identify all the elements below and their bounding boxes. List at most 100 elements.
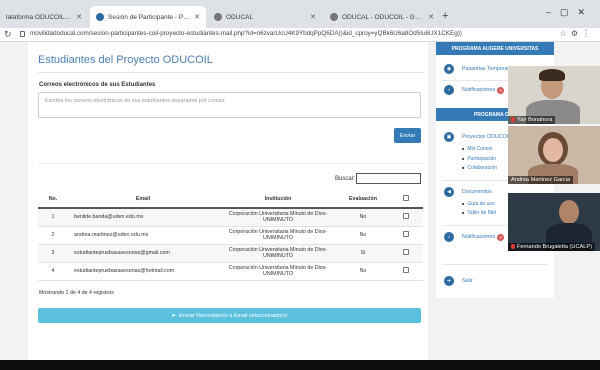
close-tab-icon[interactable]: ✕ bbox=[190, 13, 200, 21]
logout-icon: ➜ bbox=[444, 276, 454, 286]
col-header-email[interactable]: Email bbox=[68, 190, 218, 209]
participant-name: Yair Bonahora bbox=[508, 116, 556, 124]
sidebar-item-notificaciones-odu[interactable]: ♪ Notificaciones 0 bbox=[444, 232, 504, 242]
close-tab-icon[interactable]: ✕ bbox=[72, 13, 82, 21]
emails-label: Correos electrónicos de sus Estudiantes bbox=[39, 82, 156, 88]
sidebar-item-proyectos[interactable]: ▣ Proyectos ODUCOIL bbox=[444, 132, 511, 142]
sidebar-subitem-mis-cursos[interactable]: Mis Cursos bbox=[462, 146, 492, 152]
lock-icon[interactable] bbox=[20, 31, 25, 37]
send-reminder-label: Enviar Recordatorio a Email seleccionado… bbox=[179, 312, 288, 319]
table-row: 3 estudiantepruebasasesorias@gmail.com C… bbox=[38, 244, 423, 263]
cell-institucion: Corporación Universitaria Minuto de Dios… bbox=[218, 262, 338, 281]
select-all-checkbox[interactable] bbox=[402, 194, 409, 201]
send-reminder-button[interactable]: ➤ Enviar Recordatorio a Email selecciona… bbox=[38, 308, 421, 323]
close-tab-icon[interactable]: ✕ bbox=[306, 13, 316, 21]
cell-email: andrea.martinez@uden.edu.mx bbox=[68, 226, 218, 245]
cell-email: estudiantepruebasasesorias@gmail.com bbox=[68, 244, 218, 263]
students-table: No. Email Institución Evaluación 1 benil… bbox=[38, 190, 423, 281]
cell-evaluacion: Si bbox=[338, 244, 388, 263]
sidebar-item-notificaciones[interactable]: ♪ Notificaciones 0 bbox=[444, 85, 504, 95]
browser-tab-bar: lataforma ODUCOIL - Presenta ✕ Sesión de… bbox=[0, 0, 600, 28]
page-title: Estudiantes del Proyecto ODUCOIL bbox=[38, 54, 213, 66]
row-checkbox[interactable] bbox=[402, 213, 409, 220]
cell-no: 1 bbox=[38, 208, 68, 227]
cell-no: 2 bbox=[38, 226, 68, 245]
cell-no: 4 bbox=[38, 262, 68, 281]
briefcase-icon: ▣ bbox=[444, 132, 454, 142]
video-tile-3[interactable]: Fernando Brugaletta (UCALP) bbox=[508, 193, 600, 251]
sidebar-subitem-guia[interactable]: Guía de uso bbox=[462, 201, 494, 207]
row-checkbox[interactable] bbox=[402, 267, 409, 273]
send-button[interactable]: Enviar bbox=[394, 128, 421, 143]
video-tile-1[interactable]: Yair Bonahora bbox=[508, 66, 600, 124]
sidebar-item-pasantias[interactable]: ◉ Pasantías Temporales bbox=[444, 64, 514, 74]
participant-name: Fernando Brugaletta (UCALP) bbox=[508, 243, 595, 251]
sidebar-subitem-taller[interactable]: Taller de Met bbox=[462, 210, 496, 216]
globe-icon: ◉ bbox=[444, 64, 454, 74]
cell-email: estudiantepruebasasesorias@hotmail.com bbox=[68, 262, 218, 281]
sidebar-item-salir[interactable]: ➜ Salir bbox=[444, 276, 473, 286]
toolbar-icons[interactable]: ☆⚙⋮ bbox=[560, 29, 594, 38]
sidebar-heading-augere: PROGRAMA AUGERE UNIVERSITAS bbox=[436, 42, 554, 55]
screen: lataforma ODUCOIL - Presenta ✕ Sesión de… bbox=[0, 0, 600, 370]
col-header-select bbox=[388, 190, 423, 209]
col-header-institucion[interactable]: Institución bbox=[218, 190, 338, 209]
megaphone-icon: ◀ bbox=[444, 187, 454, 197]
cell-select bbox=[388, 208, 423, 227]
cell-select bbox=[388, 226, 423, 245]
emails-textarea[interactable]: Escriba los correos electrónicos de sus … bbox=[38, 92, 421, 118]
row-checkbox[interactable] bbox=[402, 231, 409, 237]
video-tile-2[interactable]: Andrea Martinez Garcia bbox=[508, 126, 600, 184]
cell-evaluacion: No bbox=[338, 226, 388, 245]
row-checkbox[interactable] bbox=[402, 249, 409, 255]
bell-icon: ♪ bbox=[444, 85, 454, 95]
new-tab-plus-icon[interactable]: + bbox=[442, 10, 448, 22]
taskbar bbox=[0, 360, 600, 370]
address-bar: ↻ movilidadoducal.com/sesion-participant… bbox=[0, 28, 600, 42]
globe-icon bbox=[214, 13, 222, 21]
cell-select bbox=[388, 262, 423, 281]
col-header-no[interactable]: No. bbox=[38, 190, 68, 209]
cell-email: benilde.banda@uden.edu.mx bbox=[68, 208, 218, 227]
notification-badge: 0 bbox=[496, 233, 504, 241]
close-tab-icon[interactable]: ✕ bbox=[424, 13, 434, 21]
sidebar-subitem-colaboracion[interactable]: Colaboración bbox=[462, 165, 496, 171]
sidebar-subitem-participacion[interactable]: Participación bbox=[462, 156, 496, 162]
search-label: Buscar: bbox=[335, 176, 356, 182]
participant-name: Andrea Martinez Garcia bbox=[508, 176, 574, 184]
browser-tab-3[interactable]: ODUCAL ✕ bbox=[208, 6, 322, 28]
cell-select bbox=[388, 244, 423, 263]
notification-badge: 0 bbox=[496, 86, 504, 94]
cell-institucion: Corporación Universitaria Minuto de Dios… bbox=[218, 244, 338, 263]
browser-tab-2-active[interactable]: Sesión de Participante - Portal de ✕ bbox=[90, 6, 206, 28]
table-row: 2 andrea.martinez@uden.edu.mx Corporació… bbox=[38, 226, 423, 245]
divider bbox=[442, 264, 548, 265]
divider bbox=[38, 72, 423, 73]
cell-evaluacion: No bbox=[338, 208, 388, 227]
reload-icon[interactable]: ↻ bbox=[4, 29, 12, 40]
sidebar-item-documentos[interactable]: ◀ Documentos bbox=[444, 187, 492, 197]
paper-plane-icon: ➤ bbox=[171, 312, 177, 319]
mic-muted-icon bbox=[511, 244, 515, 250]
window-controls-icon[interactable]: –▢✕ bbox=[546, 7, 594, 18]
cell-no: 3 bbox=[38, 244, 68, 263]
col-header-evaluacion[interactable]: Evaluación bbox=[338, 190, 388, 209]
mic-muted-icon bbox=[511, 117, 515, 123]
cell-evaluacion: No bbox=[338, 262, 388, 281]
table-row: 1 benilde.banda@uden.edu.mx Corporación … bbox=[38, 208, 423, 227]
main-card: Estudiantes del Proyecto ODUCOIL Correos… bbox=[28, 42, 428, 360]
participant-face bbox=[559, 200, 579, 224]
site-favicon-icon bbox=[96, 13, 104, 21]
browser-tab-1[interactable]: lataforma ODUCOIL - Presenta ✕ bbox=[0, 6, 88, 28]
table-row: 4 estudiantepruebasasesorias@hotmail.com… bbox=[38, 262, 423, 281]
browser-tab-4[interactable]: ODUCAL - ODUCOIL - Guía de la ✕ bbox=[324, 6, 440, 28]
url-text[interactable]: movilidadoducal.com/sesion-participantes… bbox=[30, 30, 462, 37]
table-info: Mostrando 1 de 4 de 4 registros bbox=[39, 290, 114, 296]
participant-face bbox=[543, 138, 563, 162]
cell-institucion: Corporación Universitaria Minuto de Dios… bbox=[218, 208, 338, 227]
bell-icon: ♪ bbox=[444, 232, 454, 242]
divider bbox=[38, 163, 423, 164]
search-input[interactable] bbox=[356, 173, 421, 184]
globe-icon bbox=[330, 13, 338, 21]
participant-hair bbox=[539, 69, 565, 81]
